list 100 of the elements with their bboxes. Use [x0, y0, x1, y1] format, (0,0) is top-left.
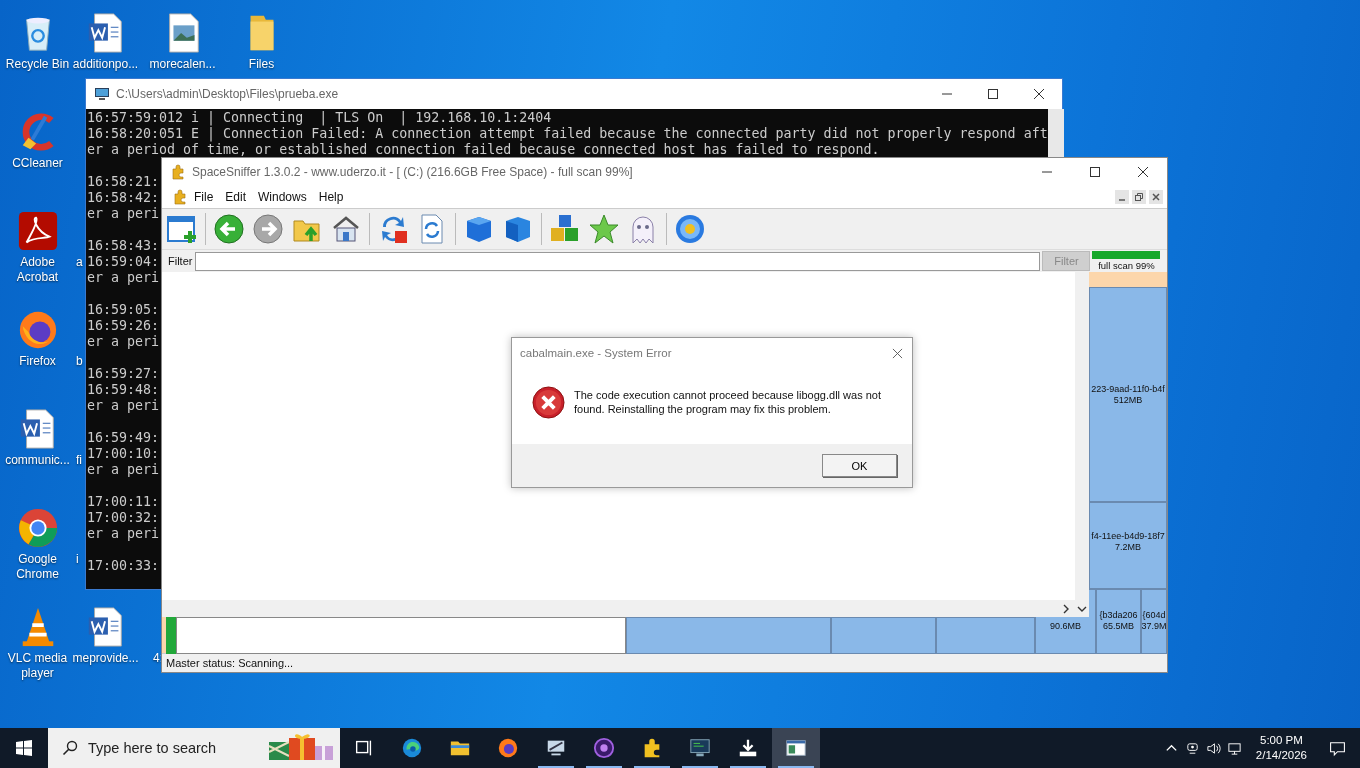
desktop-icon-label[interactable]: a [76, 255, 83, 270]
treemap-size: 512MB [1113, 394, 1143, 406]
filter-field[interactable] [195, 251, 1041, 271]
desktop-icon-label[interactable]: b [76, 354, 83, 369]
console-line: er a peri [87, 462, 160, 477]
desktop-icon-label[interactable]: 4: [153, 651, 163, 666]
desktop-icon-label[interactable]: Recycle Bin [5, 57, 70, 72]
error-message: The code execution cannot proceed because libogg.dll was not found. Reinstalling the program may fix this problem. [574, 388, 882, 416]
puzzle-icon [170, 164, 186, 180]
console-line: er a peri [87, 398, 160, 413]
console-line: 16:59:04: [87, 254, 160, 269]
console-line: 16:57:59:012 i | Connecting | TLS On | 192.168.10.1:2404 [87, 110, 552, 125]
treemap-size: 65.5MB [1103, 621, 1134, 632]
treemap-label: 223-9aad-11f0-b4f [1091, 383, 1165, 395]
console-line: 17:00:11: [87, 494, 160, 509]
desktop-icon-label[interactable]: morecalen... [149, 57, 216, 72]
close-icon[interactable] [1149, 190, 1163, 204]
console-line: er a peri [87, 334, 160, 349]
browser-icon[interactable] [16, 507, 59, 549]
terminal-icon [689, 737, 711, 759]
console-line: 16:59:27: [87, 366, 160, 381]
notification-icon[interactable] [1329, 739, 1346, 757]
treemap-label: {b3da206 [1099, 610, 1138, 621]
treemap-label: {604d [1142, 610, 1166, 621]
scrollbar[interactable] [1047, 109, 1064, 159]
progress-label: full scan 99% [1097, 258, 1156, 272]
webcam-icon[interactable] [1184, 740, 1200, 756]
menu-item[interactable]: Help [318, 190, 344, 204]
console-line: 16:59:26: [87, 318, 160, 333]
console-line: er a peri [87, 270, 160, 285]
pdf-icon[interactable] [16, 210, 59, 252]
desktop-icon-label[interactable]: CCleaner [12, 156, 63, 171]
desktop-icon-label[interactable]: Firefox [19, 354, 56, 369]
menu-item[interactable]: File [194, 190, 214, 204]
close-icon[interactable] [892, 347, 903, 359]
search-field[interactable]: Type here to search [86, 739, 260, 757]
treemap-label: f4-11ee-b4d9-18f7 [1091, 531, 1165, 542]
search-box[interactable]: Type here to search [48, 728, 340, 768]
treemap-size: 7.2MB [1115, 542, 1141, 553]
status-text: Master status: Scanning... [166, 657, 294, 669]
scrollbar[interactable] [1075, 272, 1089, 600]
console-line: 16:58:20:051 E | Connection Failed: A connection attempt failed because the connected party did not properly respond aft [87, 126, 1048, 141]
windows-start-icon[interactable] [16, 740, 32, 756]
console-line: 16:59:49: [87, 430, 160, 445]
treemap-size: 37.9M [1142, 621, 1166, 632]
chevron-right-icon[interactable] [1061, 603, 1071, 614]
console-line: er a peri [87, 206, 160, 221]
star-icon[interactable] [588, 213, 620, 245]
maximize-icon[interactable] [1089, 166, 1101, 178]
treemap-size: 90.6MB [1050, 621, 1081, 632]
console-line: 16:58:42: [87, 190, 160, 205]
console-line: 16:58:43: [87, 238, 160, 253]
console-line: 17:00:33: [87, 558, 160, 573]
window-title: SpaceSniffer 1.3.0.2 - www.uderzo.it - [ (C:) (216.6GB Free Space) - full scan 99%] [192, 165, 633, 179]
flower-icon[interactable] [674, 213, 706, 245]
treemap-block[interactable]: {604d 37.9M [1141, 589, 1167, 654]
treemap-block[interactable] [176, 617, 626, 654]
app-logo-icon [593, 737, 615, 759]
desktop-icon-label[interactable]: Adobe Acrobat [0, 255, 75, 285]
restore-icon[interactable] [1132, 190, 1146, 204]
console-line: 17:00:32: [87, 510, 160, 525]
console-line: 17:00:10: [87, 446, 160, 461]
treemap-block[interactable]: {b3da206 65.5MB [1096, 589, 1141, 654]
window-icon [785, 737, 807, 759]
desktop-icon-label[interactable]: additionpo... [72, 57, 139, 72]
scrollbar[interactable] [162, 600, 1089, 617]
taskbar-app-button[interactable] [772, 728, 820, 768]
treemap-block[interactable]: 223-9aad-11f0-b4f 512MB [1089, 287, 1167, 502]
close-icon[interactable] [1137, 166, 1149, 178]
desktop-icon-label[interactable]: communic... [5, 453, 70, 468]
window-title: C:\Users\admin\Desktop\Files\prueba.exe [116, 87, 339, 101]
console-line: er a period of time, or established connection failed because connected host has failed to respond. [87, 142, 880, 157]
console-line: 16:59:48: [87, 382, 160, 397]
filter-label: Filter [168, 255, 193, 267]
new-window-icon[interactable] [166, 213, 198, 245]
desktop-icon-label[interactable]: Files [248, 57, 275, 72]
browser-icon [401, 737, 423, 759]
desktop-icon-label[interactable]: Google Chrome [0, 552, 75, 582]
treemap-strip [166, 617, 176, 654]
treemap-block[interactable]: f4-11ee-b4d9-18f7 7.2MB [1089, 502, 1167, 589]
ok-button[interactable]: OK [822, 454, 897, 477]
console-line: 16:58:21: [87, 174, 160, 189]
volume-icon[interactable] [1205, 740, 1221, 756]
desktop-icon-label[interactable]: meprovide... [72, 651, 139, 666]
desktop-icon-label[interactable]: i [76, 552, 79, 567]
maximize-icon[interactable] [987, 88, 999, 100]
clock-date[interactable]: 2/14/2026 [1255, 748, 1307, 763]
network-icon[interactable] [1226, 740, 1242, 756]
clock-time[interactable]: 5:00 PM [1260, 733, 1303, 748]
search-icon [62, 740, 78, 756]
browser-icon [497, 737, 519, 759]
dialog-title: cabalmain.exe - System Error [520, 347, 672, 359]
minimize-icon[interactable] [1115, 190, 1129, 204]
close-icon[interactable] [1033, 88, 1045, 100]
menu-item[interactable]: Edit [225, 190, 247, 204]
menu-item[interactable]: Windows [258, 190, 307, 204]
puzzle-icon [172, 189, 188, 205]
desktop-icon-label[interactable]: fi [76, 453, 82, 468]
error-icon [532, 385, 565, 419]
monitor-icon [94, 86, 110, 102]
